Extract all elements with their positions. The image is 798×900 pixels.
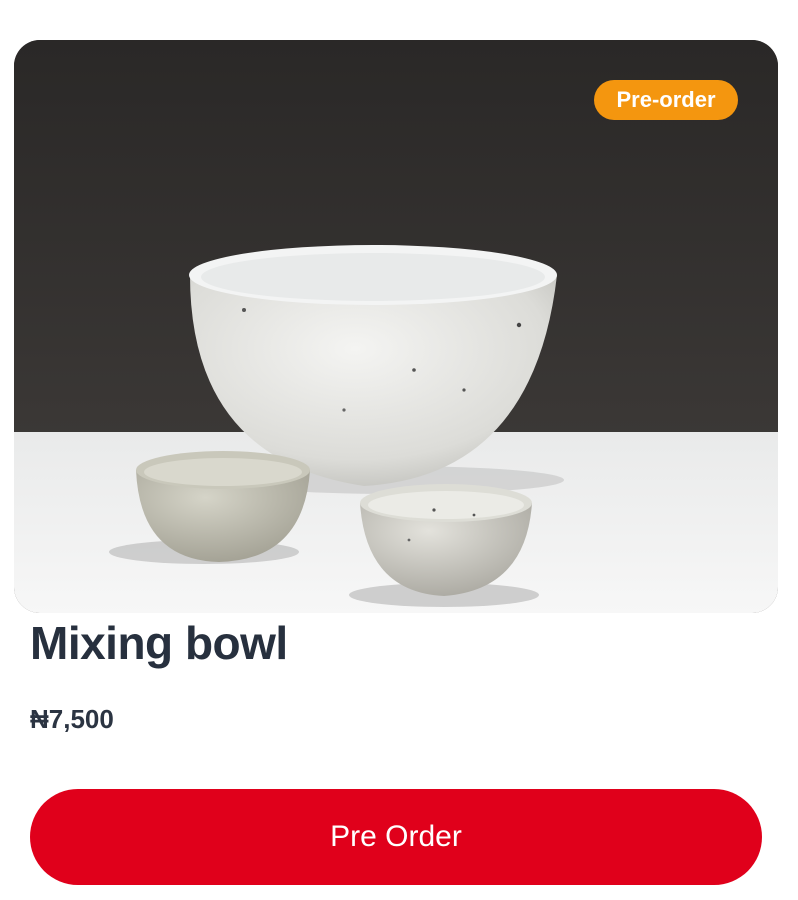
product-image[interactable] xyxy=(14,40,778,613)
product-title: Mixing bowl xyxy=(30,617,288,669)
preorder-badge: Pre-order xyxy=(594,80,738,120)
product-price: ₦7,500 xyxy=(30,704,114,734)
pre-order-button[interactable]: Pre Order xyxy=(30,789,762,885)
bowl-photo-icon xyxy=(14,40,778,613)
